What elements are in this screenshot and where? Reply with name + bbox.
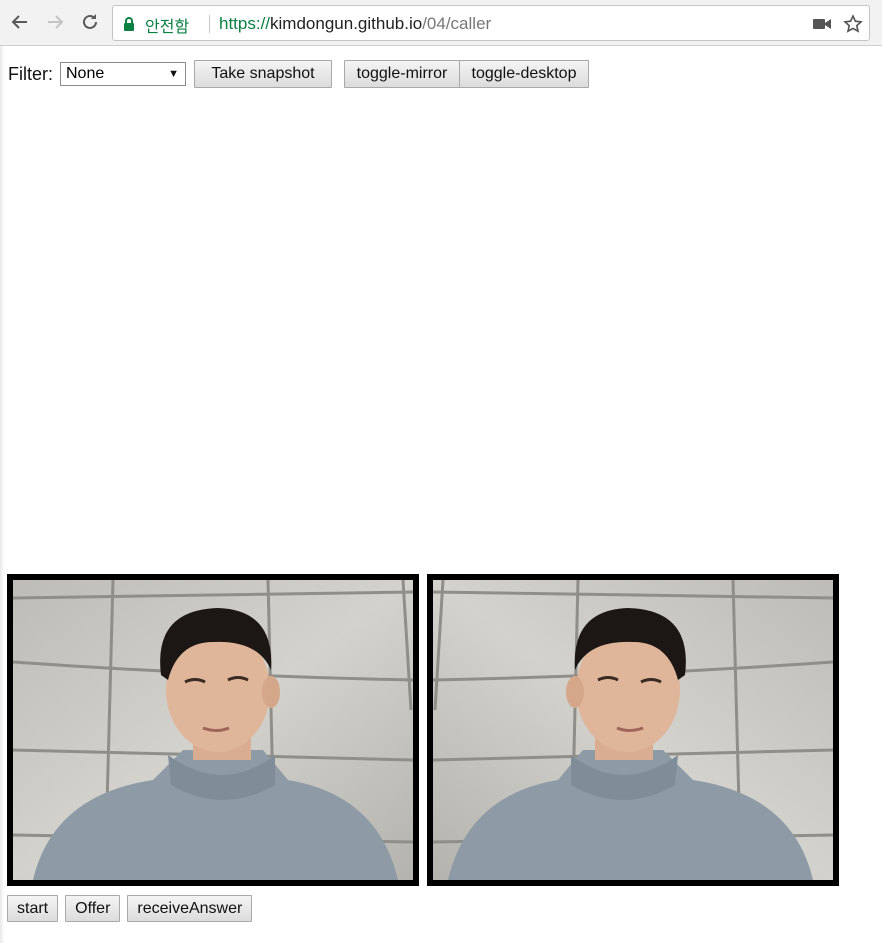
start-button[interactable]: start [7,895,59,922]
call-controls: start Offer receiveAnswer [7,895,253,922]
camera-icon[interactable] [813,17,831,35]
filter-selected-value: None [66,65,105,82]
receive-answer-button[interactable]: receiveAnswer [127,895,253,922]
url-text[interactable]: https://kimdongun.github.io/04/caller [219,14,491,34]
toggle-mirror-button[interactable]: toggle-mirror [344,60,460,88]
address-bar[interactable]: 안전함 https://kimdongun.github.io/04/calle… [112,5,870,41]
window-edge-shadow [0,46,4,943]
filter-toolbar: Filter: None ▼ Take snapshot toggle-mirr… [8,60,589,88]
url-path: /04/caller [422,14,492,33]
lock-icon [123,17,135,36]
local-video [7,574,419,886]
star-icon[interactable] [843,14,863,39]
browser-toolbar: 안전함 https://kimdongun.github.io/04/calle… [0,0,882,46]
url-scheme: https:// [219,14,271,33]
filter-label: Filter: [8,63,53,84]
reload-icon[interactable] [78,10,102,34]
secure-label: 안전함 [145,17,190,36]
back-arrow-icon[interactable] [8,10,32,34]
forward-arrow-icon[interactable] [43,10,67,34]
omnibox-divider [209,15,210,33]
filter-select[interactable]: None ▼ [60,62,186,86]
local-video-frame [13,580,413,880]
take-snapshot-button[interactable]: Take snapshot [194,60,332,88]
remote-video [427,574,839,886]
dropdown-arrow-icon: ▼ [168,68,179,80]
toggle-desktop-button[interactable]: toggle-desktop [459,60,589,88]
url-host: kimdongun.github.io [270,14,423,33]
remote-video-frame [433,580,833,880]
offer-button[interactable]: Offer [65,895,121,922]
